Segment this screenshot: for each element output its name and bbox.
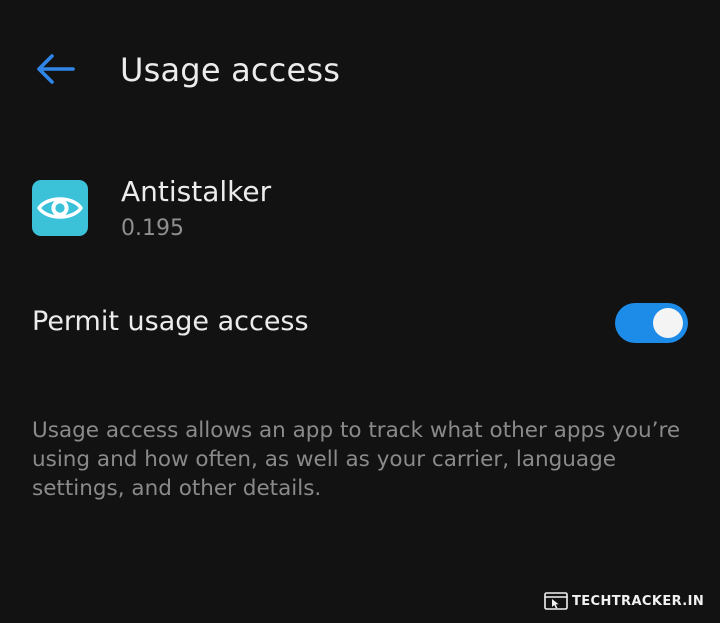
eye-icon: [37, 197, 83, 219]
usage-access-description: Usage access allows an app to track what…: [32, 418, 681, 501]
app-icon: [32, 180, 88, 236]
top-app-bar: Usage access: [0, 0, 720, 140]
permit-usage-access-label: Permit usage access: [32, 306, 309, 337]
watermark-text: TECHTRACKER.IN: [572, 593, 705, 609]
watermark: TECHTRACKER.IN: [544, 590, 704, 612]
toggle-thumb: [653, 308, 683, 338]
app-version: 0.195: [121, 216, 184, 241]
browser-cursor-icon: [544, 592, 568, 610]
app-name: Antistalker: [121, 175, 272, 208]
app-info-row: Antistalker 0.195: [0, 168, 720, 258]
page-title: Usage access: [120, 51, 341, 89]
back-button[interactable]: [26, 44, 84, 94]
permit-usage-access-row[interactable]: Permit usage access: [0, 290, 720, 356]
permit-usage-access-toggle[interactable]: [615, 303, 688, 343]
arrow-left-icon: [37, 54, 75, 84]
